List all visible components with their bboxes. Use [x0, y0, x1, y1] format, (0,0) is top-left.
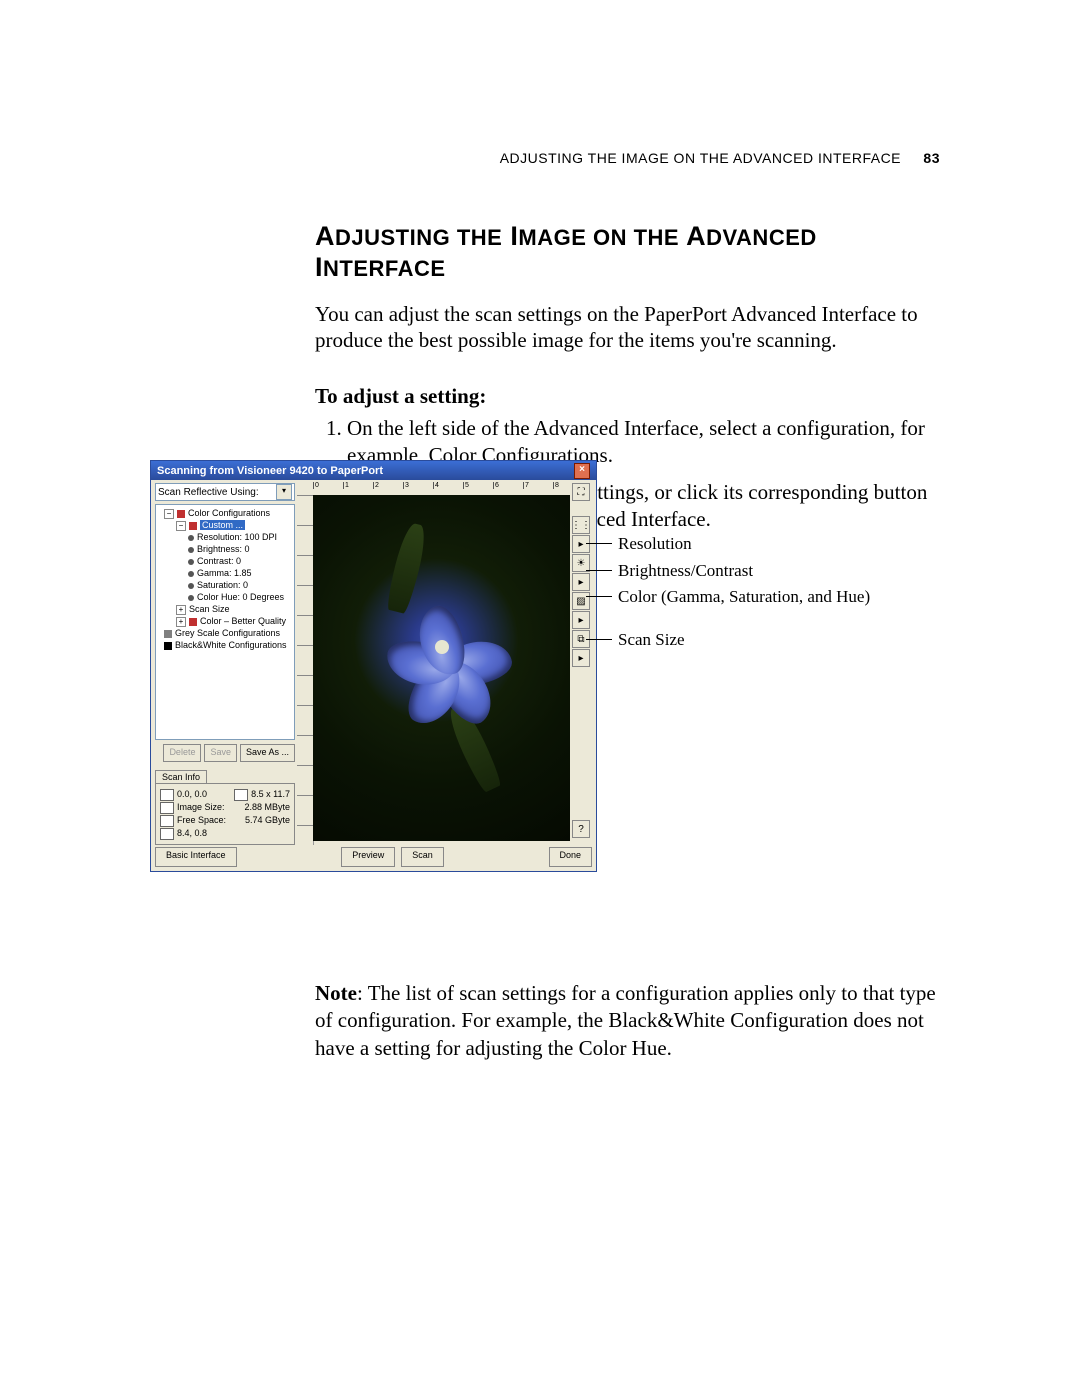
title-bar: Scanning from Visioneer 9420 to PaperPor… — [151, 461, 596, 480]
info-free-label: Free Space: — [177, 815, 226, 825]
tree-hue[interactable]: Color Hue: 0 Degrees — [158, 591, 292, 603]
color-expand-icon[interactable]: ▸ — [572, 611, 590, 629]
window-title: Scanning from Visioneer 9420 to PaperPor… — [157, 465, 383, 477]
tree-color-configs[interactable]: −Color Configurations — [158, 507, 292, 519]
callout-list: Resolution Brightness/Contrast Color (Ga… — [600, 534, 870, 657]
scan-info-tab[interactable]: Scan Info — [155, 770, 207, 783]
intro-paragraph: You can adjust the scan settings on the … — [315, 301, 940, 354]
ruler-tick: 3 — [403, 482, 409, 489]
close-icon[interactable]: × — [574, 463, 590, 479]
scan-using-combo[interactable]: Scan Reflective Using: ▾ — [155, 483, 295, 501]
screenshot-figure: Scanning from Visioneer 9420 to PaperPor… — [150, 460, 940, 885]
note-label: Note — [315, 981, 357, 1005]
preview-pane: 0 1 2 3 4 5 6 7 8 ⛶ ⋮⋮ ▸ ☀ ▸ ▨ ▸ ⧉ ▸ — [297, 483, 592, 845]
delete-button[interactable]: Delete — [163, 744, 201, 762]
color-icon[interactable]: ▨ — [572, 592, 590, 610]
tree-scan-size[interactable]: +Scan Size — [158, 603, 292, 615]
ruler-tick: 5 — [463, 482, 469, 489]
done-button[interactable]: Done — [549, 847, 593, 867]
save-button[interactable]: Save — [204, 744, 237, 762]
note-body: : The list of scan settings for a config… — [315, 981, 936, 1060]
basic-interface-button[interactable]: Basic Interface — [155, 847, 237, 867]
scan-size-expand-icon[interactable]: ▸ — [572, 649, 590, 667]
info-img-label: Image Size: — [177, 802, 225, 812]
info-free-val: 5.74 GByte — [245, 814, 290, 827]
tree-saturation[interactable]: Saturation: 0 — [158, 579, 292, 591]
image-icon — [160, 802, 174, 814]
leaf-shape — [385, 521, 430, 614]
ruler-tick: 7 — [523, 482, 529, 489]
preview-button[interactable]: Preview — [341, 847, 395, 867]
tree-bw-configs[interactable]: Black&White Configurations — [158, 639, 292, 651]
ruler-tick: 4 — [433, 482, 439, 489]
callout-scan-size: Scan Size — [600, 630, 870, 650]
callout-brightness-contrast: Brightness/Contrast — [600, 561, 870, 581]
page-number: 83 — [923, 150, 940, 166]
note-paragraph: Note: The list of scan settings for a co… — [315, 980, 940, 1062]
side-tool-column: ⛶ ⋮⋮ ▸ ☀ ▸ ▨ ▸ ⧉ ▸ — [572, 483, 590, 668]
info-img-val: 2.88 MByte — [244, 801, 290, 814]
tree-better-quality[interactable]: +Color – Better Quality — [158, 615, 292, 627]
ruler-tick: 1 — [343, 482, 349, 489]
ruler-tick: 2 — [373, 482, 379, 489]
running-head: ADJUSTING THE IMAGE ON THE ADVANCED INTE… — [150, 150, 940, 166]
tree-custom[interactable]: −Custom ... — [158, 519, 292, 531]
scan-button[interactable]: Scan — [401, 847, 444, 867]
config-button-row: Delete Save Save As ... — [155, 744, 295, 762]
chevron-down-icon[interactable]: ▾ — [276, 484, 292, 500]
running-head-text: ADJUSTING THE IMAGE ON THE ADVANCED INTE… — [500, 150, 901, 166]
tree-gamma[interactable]: Gamma: 1.85 — [158, 567, 292, 579]
section-heading: ADJUSTING THE IMAGE ON THE ADVANCED INTE… — [315, 221, 940, 283]
brightness-expand-icon[interactable]: ▸ — [572, 573, 590, 591]
left-panel: Scan Reflective Using: ▾ −Color Configur… — [155, 483, 295, 845]
tree-resolution[interactable]: Resolution: 100 DPI — [158, 531, 292, 543]
help-icon[interactable]: ? — [572, 820, 590, 838]
callout-color: Color (Gamma, Saturation, and Hue) — [600, 587, 870, 623]
resolution-expand-icon[interactable]: ▸ — [572, 535, 590, 553]
cursor-icon — [160, 828, 174, 840]
preview-image[interactable] — [313, 495, 570, 841]
app-window: Scanning from Visioneer 9420 to PaperPor… — [150, 460, 597, 872]
ruler-tick: 8 — [553, 482, 559, 489]
info-origin: 0.0, 0.0 — [177, 789, 207, 799]
disk-icon — [160, 815, 174, 827]
ruler-tick: 0 — [313, 482, 319, 489]
resolution-icon[interactable]: ⋮⋮ — [572, 516, 590, 534]
vertical-ruler — [297, 495, 314, 845]
ruler-tick: 6 — [493, 482, 499, 489]
origin-icon — [160, 789, 174, 801]
tree-grey-configs[interactable]: Grey Scale Configurations — [158, 627, 292, 639]
tree-brightness[interactable]: Brightness: 0 — [158, 543, 292, 555]
fit-icon[interactable]: ⛶ — [572, 483, 590, 501]
bottom-bar: Basic Interface Preview Scan Done — [155, 847, 592, 867]
tree-contrast[interactable]: Contrast: 0 — [158, 555, 292, 567]
dims-icon — [234, 789, 248, 801]
callout-resolution: Resolution — [600, 534, 870, 554]
info-box: 8.4, 0.8 — [177, 828, 207, 838]
info-dims: 8.5 x 11.7 — [251, 789, 290, 799]
procedure-subhead: To adjust a setting: — [315, 384, 940, 409]
config-tree[interactable]: −Color Configurations −Custom ... Resolu… — [155, 504, 295, 740]
combo-label: Scan Reflective Using: — [158, 487, 259, 498]
save-as-button[interactable]: Save As ... — [240, 744, 295, 762]
scan-info-panel: Scan Info 0.0, 0.0 8.5 x 11.7 Image Size… — [155, 770, 295, 845]
